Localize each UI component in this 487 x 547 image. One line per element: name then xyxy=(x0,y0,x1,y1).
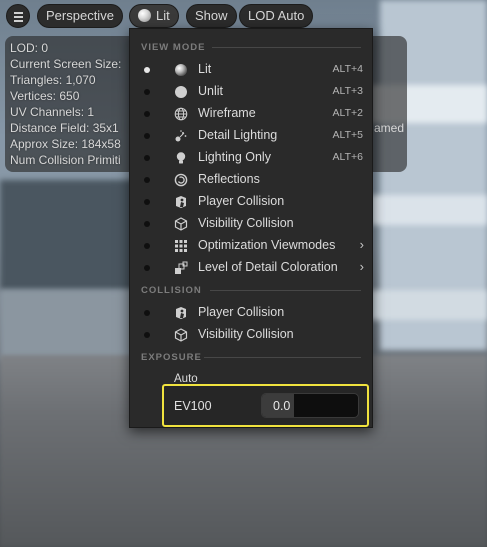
radio-bullet xyxy=(144,133,150,139)
lit-label: Lit xyxy=(156,8,170,23)
menu-item-visibility-collision[interactable]: Visibility Collision xyxy=(130,213,372,235)
menu-item-collision-player[interactable]: Player Collision xyxy=(130,302,372,324)
stat-num-collision: Num Collision Primiti xyxy=(10,153,121,167)
visibility-collision-icon xyxy=(174,217,188,231)
perspective-label: Perspective xyxy=(46,8,114,23)
radio-bullet xyxy=(144,332,150,338)
section-divider xyxy=(210,290,361,291)
section-divider xyxy=(204,357,361,358)
building-window-band xyxy=(370,290,487,320)
menu-item-label: Unlit xyxy=(198,84,224,98)
collision-header: COLLISION xyxy=(141,285,202,296)
lightbulb-icon xyxy=(176,152,186,164)
shortcut-text: ALT+2 xyxy=(332,107,363,119)
menu-item-label: Player Collision xyxy=(198,305,285,319)
menu-item-label: Player Collision xyxy=(198,194,285,208)
shortcut-text: ALT+3 xyxy=(332,85,363,97)
selected-radio-bullet xyxy=(144,67,150,73)
hamburger-menu-button[interactable] xyxy=(6,4,30,28)
radio-bullet xyxy=(144,199,150,205)
menu-item-label: Level of Detail Coloration xyxy=(198,260,338,274)
stat-triangles: Triangles: 1,070 xyxy=(10,73,96,87)
shortcut-text: ALT+5 xyxy=(332,129,363,141)
radio-bullet xyxy=(144,155,150,161)
player-collision-icon xyxy=(176,196,186,208)
radio-bullet xyxy=(144,111,150,117)
stat-screen-size: Current Screen Size: xyxy=(10,57,122,71)
perspective-button[interactable]: Perspective xyxy=(37,4,123,28)
lit-sphere-icon xyxy=(175,64,187,76)
submenu-arrow-icon: › xyxy=(359,259,364,274)
radio-bullet xyxy=(144,265,150,271)
lit-sphere-icon xyxy=(138,9,151,22)
menu-item-reflections[interactable]: Reflections xyxy=(130,169,372,191)
lod-coloration-icon xyxy=(175,261,188,274)
menu-item-label: Detail Lighting xyxy=(198,128,278,142)
stat-uv-channels: UV Channels: 1 xyxy=(10,105,95,119)
reflections-icon xyxy=(174,173,188,187)
view-mode-lit-button[interactable]: Lit xyxy=(129,4,179,28)
menu-item-detail-lighting[interactable]: Detail Lighting ALT+5 xyxy=(130,125,372,147)
radio-bullet xyxy=(144,221,150,227)
menu-item-label: Optimization Viewmodes xyxy=(198,238,336,252)
ev100-label: EV100 xyxy=(174,399,212,413)
stat-right-fragment: amed xyxy=(374,121,405,135)
view-mode-dropdown: VIEW MODE Lit ALT+4 Unlit ALT+3 Wirefram… xyxy=(129,28,373,428)
lod-label: LOD Auto xyxy=(248,8,305,23)
view-mode-header: VIEW MODE xyxy=(141,42,206,53)
stat-lod: LOD: 0 xyxy=(10,41,49,55)
menu-item-label: Wireframe xyxy=(198,106,256,120)
optimization-grid-icon xyxy=(175,240,187,252)
shortcut-text: ALT+6 xyxy=(332,151,363,163)
menu-item-wireframe[interactable]: Wireframe ALT+2 xyxy=(130,103,372,125)
menu-item-label: Visibility Collision xyxy=(198,327,294,341)
submenu-arrow-icon: › xyxy=(359,237,364,252)
radio-bullet xyxy=(144,89,150,95)
show-button[interactable]: Show xyxy=(186,4,237,28)
visibility-collision-icon xyxy=(174,328,188,342)
unlit-sphere-icon xyxy=(175,86,187,98)
ev100-row-highlight: EV100 0.0 xyxy=(162,384,369,427)
radio-bullet xyxy=(144,243,150,249)
menu-item-player-collision[interactable]: Player Collision xyxy=(130,191,372,213)
menu-item-label: Lit xyxy=(198,62,212,76)
building-dark-band xyxy=(0,180,140,290)
menu-item-lit[interactable]: Lit ALT+4 xyxy=(130,59,372,81)
menu-item-label: Reflections xyxy=(198,172,260,186)
exposure-header: EXPOSURE xyxy=(141,352,202,363)
building-window-band xyxy=(370,195,487,225)
stat-approx-size: Approx Size: 184x58 xyxy=(10,137,121,151)
detail-lighting-icon xyxy=(175,130,187,142)
wireframe-globe-icon xyxy=(174,107,188,121)
menu-item-label: Lighting Only xyxy=(198,150,271,164)
radio-bullet xyxy=(144,310,150,316)
menu-item-optimization-viewmodes[interactable]: Optimization Viewmodes › xyxy=(130,235,372,257)
building-light-band xyxy=(0,290,140,360)
menu-item-lighting-only[interactable]: Lighting Only ALT+6 xyxy=(130,147,372,169)
radio-bullet xyxy=(144,177,150,183)
menu-item-lod-coloration[interactable]: Level of Detail Coloration › xyxy=(130,257,372,279)
menu-item-unlit[interactable]: Unlit ALT+3 xyxy=(130,81,372,103)
player-collision-icon xyxy=(176,307,186,319)
menu-item-collision-visibility[interactable]: Visibility Collision xyxy=(130,324,372,346)
section-divider xyxy=(212,47,361,48)
shortcut-text: ALT+4 xyxy=(332,63,363,75)
ev100-value-slider[interactable]: 0.0 xyxy=(261,393,359,418)
lod-auto-button[interactable]: LOD Auto xyxy=(239,4,314,28)
show-label: Show xyxy=(195,8,228,23)
menu-item-label: Visibility Collision xyxy=(198,216,294,230)
ev100-value: 0.0 xyxy=(273,399,291,413)
stat-distance-field: Distance Field: 35x1 xyxy=(10,121,119,135)
stat-vertices: Vertices: 650 xyxy=(10,89,80,103)
